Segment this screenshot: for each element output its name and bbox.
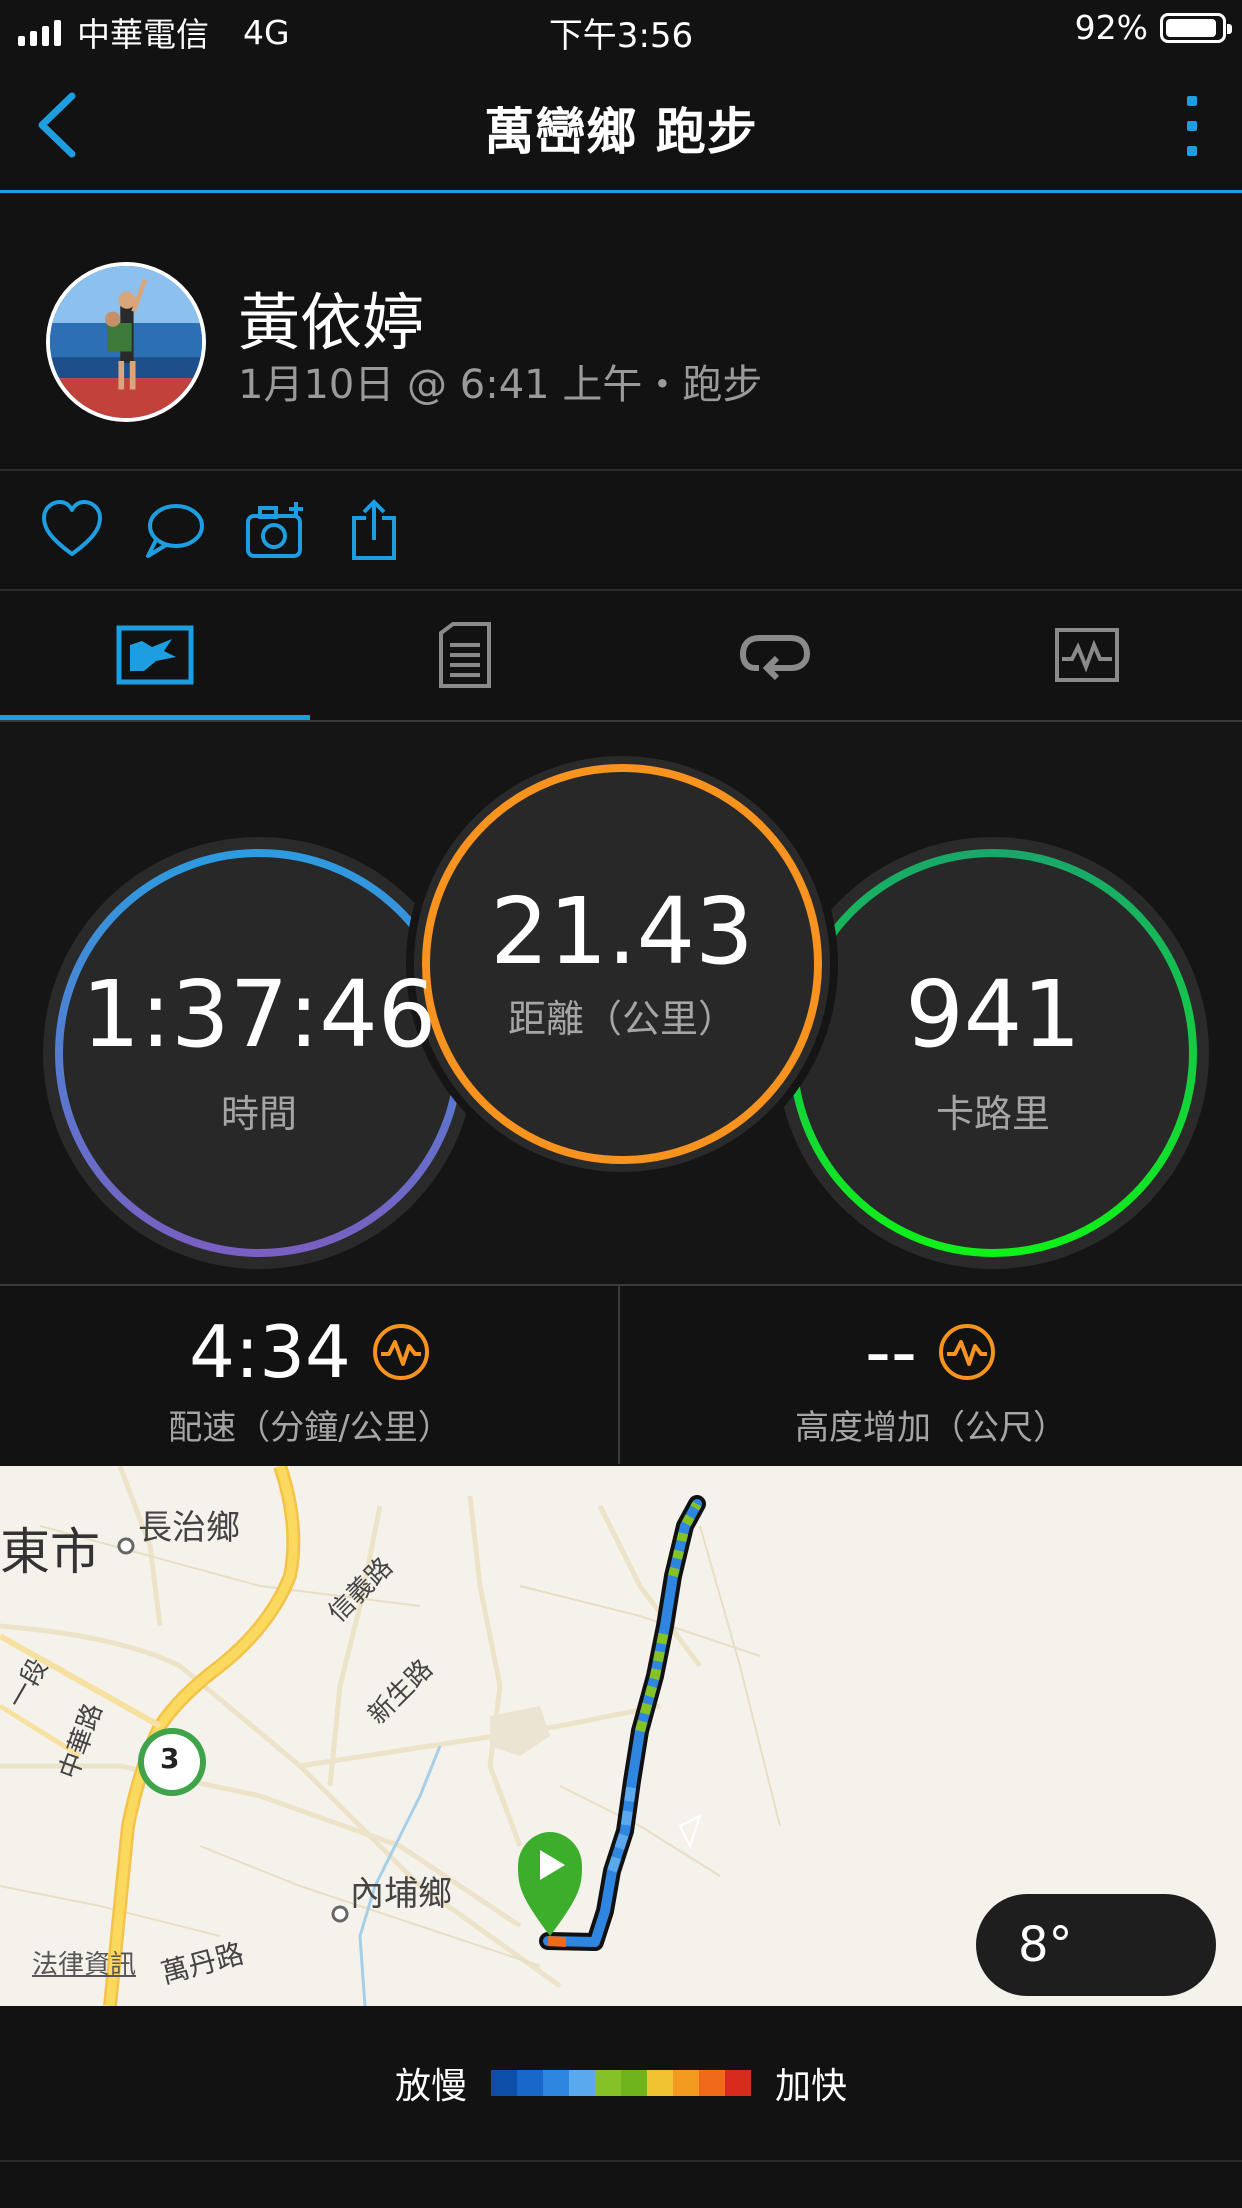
legend-swatch bbox=[673, 2070, 699, 2096]
tab-laps[interactable] bbox=[620, 590, 930, 720]
legend-swatch bbox=[699, 2070, 725, 2096]
pace-color-scale bbox=[491, 2070, 751, 2096]
legend-swatch bbox=[543, 2070, 569, 2096]
legend-swatch bbox=[491, 2070, 517, 2096]
divider bbox=[0, 469, 1242, 471]
battery-percent: 92% bbox=[1074, 8, 1148, 47]
tab-details[interactable] bbox=[310, 590, 620, 720]
page-title: 萬巒鄉 跑步 bbox=[484, 103, 758, 161]
battery-status: 92% bbox=[1074, 8, 1232, 47]
time-label: 時間 bbox=[220, 1091, 297, 1136]
pace-label: 配速（分鐘/公里） bbox=[168, 1408, 452, 1448]
back-arrow-icon[interactable] bbox=[30, 90, 90, 160]
legend-fast-label: 加快 bbox=[775, 2066, 848, 2107]
nav-divider bbox=[0, 190, 1242, 193]
temperature-value: 8° bbox=[1018, 1917, 1073, 1973]
elevation-cell[interactable]: -- 高度增加（公尺） bbox=[620, 1286, 1242, 1464]
map-label-neipu: 內埔鄉 bbox=[350, 1874, 452, 1914]
pace-activity-icon bbox=[372, 1324, 429, 1380]
pace-value: 4:34 bbox=[189, 1310, 351, 1394]
avatar[interactable] bbox=[46, 262, 206, 422]
highway-number: 3 bbox=[160, 1742, 180, 1775]
distance-label: 距離（公里） bbox=[507, 996, 736, 1041]
document-icon bbox=[439, 622, 491, 688]
elevation-label: 高度增加（公尺） bbox=[795, 1408, 1067, 1448]
legend-slow-label: 放慢 bbox=[394, 2066, 467, 2107]
legend-swatch bbox=[595, 2070, 621, 2096]
battery-icon bbox=[1160, 12, 1232, 43]
distance-value: 21.43 bbox=[490, 877, 754, 985]
legal-info-link[interactable]: 法律資訊 bbox=[32, 1944, 136, 1981]
tab-overview[interactable] bbox=[0, 590, 310, 720]
pace-legend: 放慢 加快 bbox=[0, 2006, 1242, 2160]
route-map[interactable]: 東市 長治鄉 信義路 新生路 中華路 一段 3 內埔鄉 萬丹路 法律資訊 8° bbox=[0, 1466, 1242, 2006]
calories-label: 卡路里 bbox=[935, 1091, 1050, 1136]
pace-cell[interactable]: 4:34 配速（分鐘/公里） bbox=[0, 1286, 620, 1464]
map-overview-icon bbox=[116, 625, 194, 685]
like-heart-icon[interactable] bbox=[40, 498, 104, 562]
status-bar: 中華電信 4G 下午3:56 92% bbox=[0, 0, 1242, 62]
legend-swatch bbox=[569, 2070, 595, 2096]
comment-icon[interactable] bbox=[142, 498, 206, 562]
user-name[interactable]: 黃依婷 bbox=[238, 272, 424, 362]
share-icon[interactable] bbox=[344, 498, 408, 562]
activity-meta: 1月10日 @ 6:41 上午・跑步 bbox=[238, 362, 763, 408]
legend-swatch bbox=[725, 2070, 751, 2096]
divider bbox=[0, 2160, 1242, 2162]
calories-stat[interactable]: 941 卡路里 bbox=[792, 852, 1194, 1254]
legend-swatch bbox=[621, 2070, 647, 2096]
calories-value: 941 bbox=[905, 960, 1081, 1068]
map-label-changzhi: 長治鄉 bbox=[138, 1508, 240, 1548]
time-stat[interactable]: 1:37:46 時間 bbox=[58, 852, 460, 1254]
distance-stat[interactable]: 21.43 距離（公里） bbox=[420, 762, 824, 1166]
more-options-icon[interactable] bbox=[1182, 94, 1202, 158]
status-time: 下午3:56 bbox=[548, 16, 694, 56]
chart-icon bbox=[1055, 628, 1119, 682]
nav-bar: 萬巒鄉 跑步 bbox=[0, 62, 1242, 190]
temperature-badge: 8° bbox=[976, 1894, 1216, 1996]
elevation-activity-icon bbox=[938, 1324, 995, 1380]
elevation-value: -- bbox=[865, 1310, 917, 1394]
add-photo-icon[interactable] bbox=[244, 498, 308, 562]
time-value: 1:37:46 bbox=[81, 960, 437, 1068]
tab-charts[interactable] bbox=[932, 590, 1242, 720]
map-label-city: 東市 bbox=[0, 1523, 100, 1581]
legend-swatch bbox=[517, 2070, 543, 2096]
legend-swatch bbox=[647, 2070, 673, 2096]
laps-loop-icon bbox=[739, 635, 811, 680]
